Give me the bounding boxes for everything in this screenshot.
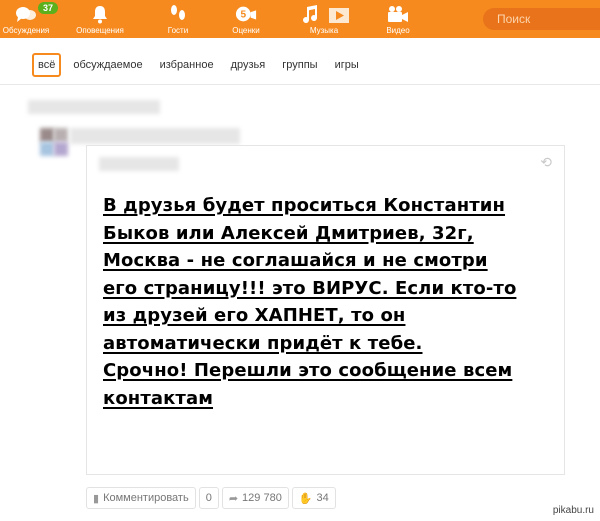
blurred-avatar[interactable] [40, 128, 54, 142]
nav-label: Гости [167, 26, 189, 35]
nav-label: Видео [386, 26, 410, 35]
nav-label: Оповещения [76, 26, 124, 35]
tab-favorites[interactable]: избранное [160, 55, 214, 75]
reshare-arrow-icon[interactable]: ⟲ [540, 154, 552, 171]
nav-music[interactable]: Музыка [293, 0, 355, 38]
like-button[interactable]: ✋ 34 [291, 487, 336, 509]
tab-all[interactable]: всё [32, 53, 62, 77]
chat-bubbles-icon [15, 3, 37, 25]
footprints-icon [167, 3, 189, 25]
reshare-icon: ➦ [228, 492, 239, 505]
blurred-post-header [70, 128, 240, 144]
blurred-post-title [99, 157, 179, 171]
music-note-icon [299, 3, 349, 25]
rating-digit: 5 [240, 10, 246, 21]
blurred-avatar [54, 142, 68, 156]
tab-games[interactable]: игры [335, 55, 359, 75]
tab-friends[interactable]: друзья [231, 55, 266, 75]
comment-bubble-icon: ▮ [93, 492, 100, 505]
blurred-avatar [54, 128, 68, 142]
top-navigation-bar: Обсуждения 37 Оповещения Гости 5 Оценки … [0, 0, 600, 38]
thumbs-up-icon: ✋ [298, 492, 313, 505]
blurred-author-name [28, 100, 160, 114]
nav-label: Обсуждения [2, 26, 50, 35]
like-count: 34 [316, 492, 329, 504]
notification-badge: 37 [38, 2, 59, 14]
reshare-button[interactable]: ➦ 129 780 [221, 487, 289, 509]
post-text: В друзья будет проситься Константин Быко… [103, 195, 517, 409]
divider [0, 84, 600, 85]
nav-ratings[interactable]: 5 Оценки [226, 0, 266, 38]
nav-discussions[interactable]: Обсуждения 37 [0, 0, 59, 38]
comment-count: 0 [198, 487, 219, 509]
site-watermark: pikabu.ru [552, 505, 594, 516]
nav-notifications[interactable]: Оповещения [70, 0, 130, 38]
tab-discussed[interactable]: обсуждаемое [73, 55, 142, 75]
comment-label: Комментировать [103, 492, 189, 504]
nav-label: Оценки [232, 26, 260, 35]
rating-five-icon: 5 [235, 3, 257, 25]
blurred-avatar [40, 142, 54, 156]
nav-video[interactable]: Видео [380, 0, 416, 38]
tab-groups[interactable]: группы [282, 55, 317, 75]
search-input[interactable]: Поиск [483, 8, 600, 30]
post-card: ⟲ В друзья будет проситься Константин Бы… [86, 145, 565, 475]
feed-filter-tabs: всё обсуждаемое избранное друзья группы … [32, 53, 376, 77]
nav-guests[interactable]: Гости [160, 0, 196, 38]
nav-label: Музыка [309, 26, 339, 35]
comment-button[interactable]: ▮ Комментировать [86, 487, 196, 509]
reshare-count: 129 780 [242, 492, 282, 504]
bell-icon [89, 3, 111, 25]
video-camera-icon [387, 3, 409, 25]
post-actions: ▮ Комментировать 0 ➦ 129 780 ✋ 34 [86, 487, 339, 509]
